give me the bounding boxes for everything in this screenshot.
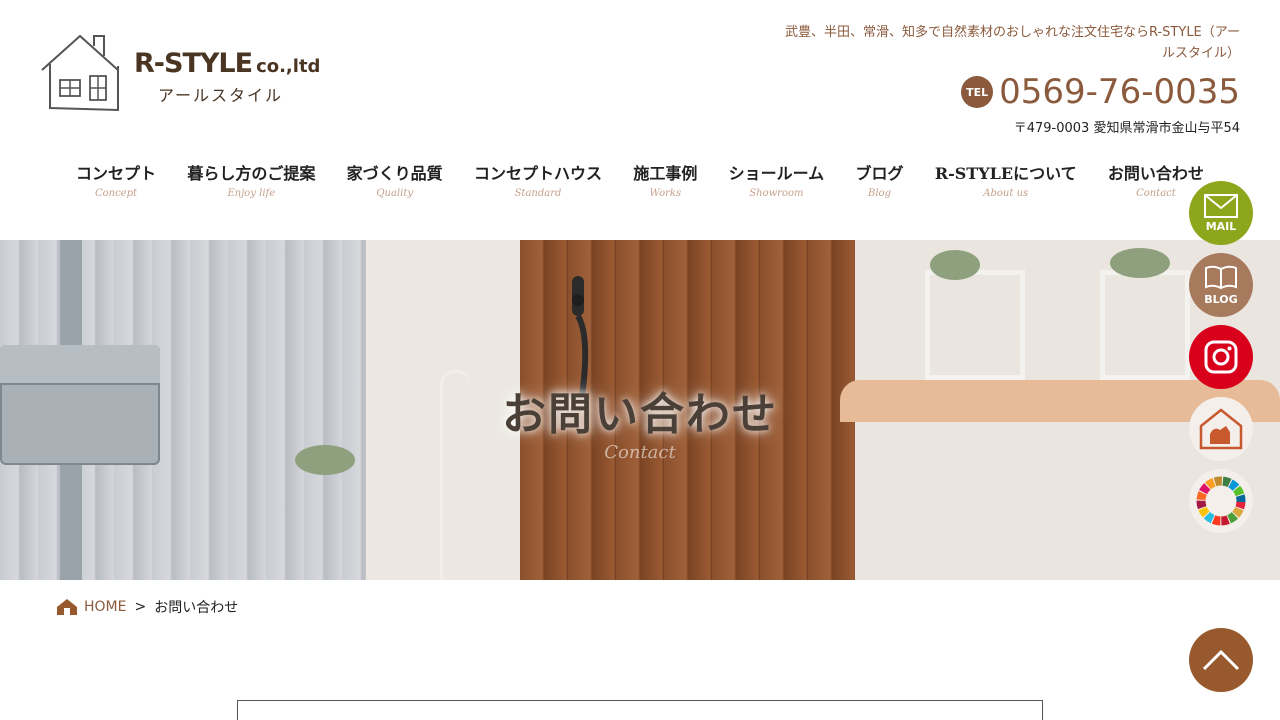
- nav-label: コンセプトハウス: [473, 164, 602, 183]
- logo-name: R-STYLE co.,ltd: [134, 48, 321, 79]
- instagram-icon: [1204, 340, 1238, 374]
- home-dog-button[interactable]: [1189, 397, 1253, 461]
- breadcrumb: HOME > お問い合わせ: [56, 597, 238, 617]
- chevron-up-icon: [1202, 649, 1240, 671]
- logo-subtitle: アールスタイル: [158, 86, 284, 105]
- breadcrumb-separator: >: [134, 599, 147, 615]
- blog-button-label: BLOG: [1204, 292, 1238, 306]
- hero-banner: お問い合わせ Contact: [0, 240, 1280, 580]
- nav-sublabel: Quality: [376, 188, 413, 199]
- nav-item-quality[interactable]: 家づくり品質 Quality: [341, 160, 449, 199]
- nav-sublabel: Blog: [868, 188, 891, 199]
- nav-sublabel: Showroom: [749, 188, 804, 199]
- nav-item-standard[interactable]: コンセプトハウス Standard: [468, 160, 608, 199]
- page-subtitle: Contact: [604, 442, 676, 463]
- nav-label: 施工事例: [633, 164, 698, 183]
- nav-item-showroom[interactable]: ショールーム Showroom: [723, 160, 831, 199]
- nav-item-enjoy-life[interactable]: 暮らし方のご提案 Enjoy life: [181, 160, 321, 199]
- nav-label: 暮らし方のご提案: [187, 164, 316, 183]
- hero-plant: [1110, 248, 1170, 278]
- nav-sublabel: Concept: [94, 188, 138, 199]
- nav-item-about[interactable]: R-STYLEについて About us: [929, 160, 1083, 199]
- house-logo-icon: [41, 34, 119, 112]
- nav-sublabel: Contact: [1136, 188, 1176, 199]
- site-tagline: 武豊、半田、常滑、知多で自然素材のおしゃれな注文住宅ならR-STYLE（アールス…: [784, 25, 1240, 61]
- mail-button-label: MAIL: [1205, 219, 1237, 233]
- mail-icon: [1204, 193, 1238, 218]
- nav-item-contact[interactable]: お問い合わせ Contact: [1102, 160, 1210, 199]
- nav-label: お問い合わせ: [1107, 164, 1204, 183]
- nav-label: ショールーム: [728, 164, 825, 183]
- phone-number[interactable]: 0569-76-0035: [999, 72, 1240, 112]
- hero-shelf-1: [925, 270, 1025, 380]
- nav-item-works[interactable]: 施工事例 Works: [627, 160, 703, 199]
- phone-contact[interactable]: TEL 0569-76-0035: [961, 72, 1240, 112]
- nav-sublabel: Standard: [514, 188, 562, 199]
- nav-label: ブログ: [855, 164, 904, 183]
- contact-form-box: [237, 700, 1043, 720]
- address: 〒479-0003 愛知県常滑市金山与平54: [1013, 121, 1240, 136]
- nav-label: R-STYLEについて: [934, 164, 1077, 183]
- hero-plant: [930, 250, 980, 280]
- main-nav: コンセプト Concept 暮らし方のご提案 Enjoy life 家づくり品質 Qu…: [70, 160, 1210, 199]
- house-dog-icon: [1199, 408, 1243, 450]
- nav-sublabel: Works: [649, 188, 682, 199]
- breadcrumb-current: お問い合わせ: [154, 600, 239, 616]
- nav-sublabel: Enjoy life: [227, 188, 276, 199]
- nav-sublabel: About us: [983, 188, 1029, 199]
- site-logo[interactable]: R-STYLE co.,ltd アールスタイル: [38, 30, 320, 116]
- breadcrumb-home-link[interactable]: HOME: [56, 598, 126, 616]
- sdgs-wheel-icon: [1196, 476, 1246, 526]
- instagram-button[interactable]: [1189, 325, 1253, 389]
- nav-label: 家づくり品質: [346, 164, 443, 183]
- sdgs-button[interactable]: [1189, 469, 1253, 533]
- page-top-button[interactable]: [1189, 628, 1253, 692]
- book-icon: [1205, 265, 1237, 289]
- mail-button[interactable]: MAIL: [1189, 181, 1253, 245]
- breadcrumb-home-label: HOME: [84, 599, 127, 615]
- page-title: お問い合わせ: [502, 389, 778, 440]
- home-icon: [57, 599, 77, 615]
- nav-item-concept[interactable]: コンセプト Concept: [70, 160, 162, 199]
- hero-shelf-2: [1100, 270, 1190, 380]
- nav-item-blog[interactable]: ブログ Blog: [849, 160, 909, 199]
- nav-label: コンセプト: [76, 164, 157, 183]
- tel-badge: TEL: [961, 76, 994, 108]
- blog-button[interactable]: BLOG: [1189, 253, 1253, 317]
